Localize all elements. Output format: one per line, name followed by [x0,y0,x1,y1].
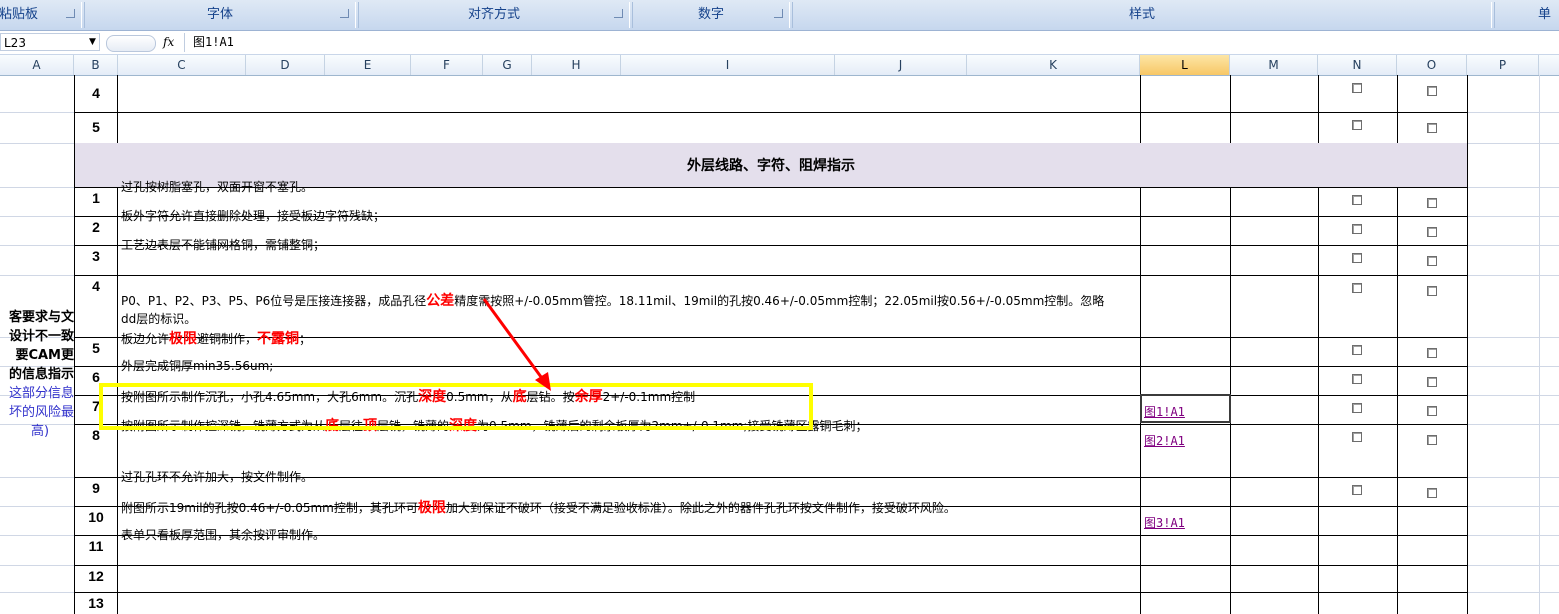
column-header-c[interactable]: C [118,55,246,75]
column-header-g[interactable]: G [483,55,532,75]
dialog-launcher-icon[interactable] [774,9,783,18]
column-header-n[interactable]: N [1318,55,1397,75]
chevron-down-icon[interactable]: ▼ [89,33,96,51]
ribbon-group-cells[interactable]: 单 [1494,2,1559,28]
column-header-k[interactable]: K [967,55,1140,75]
insert-function-icon[interactable]: fx [163,34,174,50]
column-header-a[interactable]: A [0,55,74,75]
ribbon-group-alignment[interactable]: 对齐方式 [358,2,630,28]
ribbon-group-number[interactable]: 数字 [632,2,790,28]
column-header-i[interactable]: I [621,55,835,75]
dialog-launcher-icon[interactable] [340,9,349,18]
selected-cell-border [1140,394,1231,423]
red-arrow-icon [482,298,551,391]
ribbon-group-clipboard[interactable]: 粘贴板 [0,2,82,28]
column-header-b[interactable]: B [74,55,118,75]
ribbon-group-label: 对齐方式 [467,7,520,22]
column-header-f[interactable]: F [411,55,483,75]
formula-bar-resize-handle[interactable] [106,35,156,52]
ribbon-group-label: 数字 [697,7,724,22]
column-header-p[interactable]: P [1467,55,1539,75]
column-header-d[interactable]: D [246,55,325,75]
ribbon-group-label: 粘贴板 [0,7,39,22]
column-header-h[interactable]: H [532,55,621,75]
column-header-l[interactable]: L [1140,55,1230,75]
ribbon-group-styles[interactable]: 样式 [792,2,1492,28]
ribbon-group-font[interactable]: 字体 [84,2,356,28]
column-headers: A B C D E F G H I J K L M N O P [0,55,1559,76]
column-header-e[interactable]: E [325,55,411,75]
column-header-o[interactable]: O [1397,55,1467,75]
formula-input[interactable]: 图1!A1 [184,33,1559,52]
ribbon-group-labels: 粘贴板 字体 对齐方式 数字 样式 单 [0,0,1559,31]
worksheet-grid[interactable]: 客要求与文 设计不一致 要CAM更 的信息指示 这部分信息 坏的风险最 高) 外… [0,75,1559,614]
ribbon-group-label: 单 [1537,7,1551,22]
name-box[interactable]: L23 [0,33,100,51]
formula-bar: L23 ▼ fx 图1!A1 [0,31,1559,55]
dialog-launcher-icon[interactable] [614,9,623,18]
ribbon-group-label: 样式 [1128,7,1155,22]
dialog-launcher-icon[interactable] [66,9,75,18]
column-header-m[interactable]: M [1230,55,1318,75]
column-header-j[interactable]: J [835,55,967,75]
ribbon-group-label: 字体 [206,7,233,22]
